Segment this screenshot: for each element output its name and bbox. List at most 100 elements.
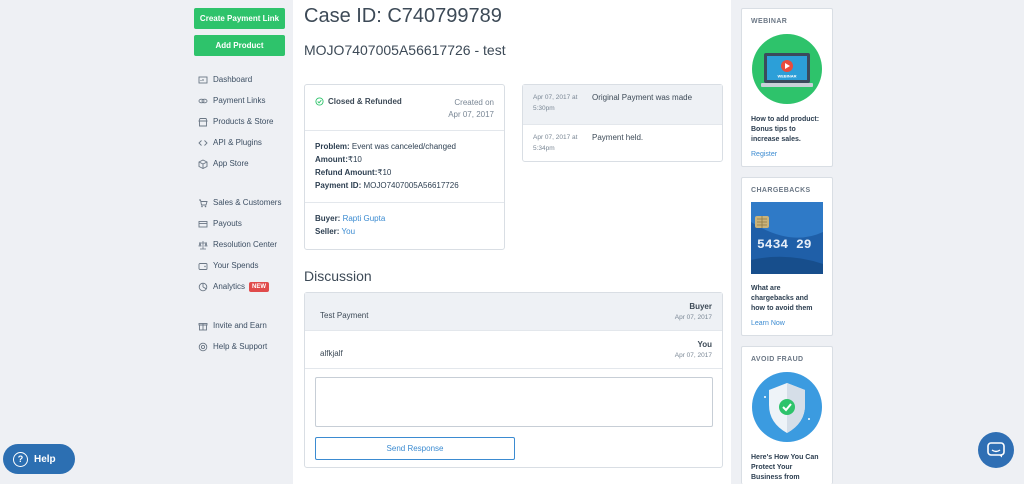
chart-icon [198,282,208,291]
nav-group-help: Invite and Earn Help & Support [194,315,286,357]
promo-text: Here's How You Can Protect Your Business… [751,454,819,481]
status-text: Closed & Refunded [328,97,402,106]
sidebar-item-label: Invite and Earn [213,321,267,330]
payouts-icon [198,220,208,227]
timeline-date: Apr 07, 2017 at [533,134,578,141]
promo-text: How to add product: Bonus tips to increa… [751,116,820,143]
payment-id-value: MOJO7407005A56617726 [363,181,459,190]
case-status-header: Closed & Refunded Created on Apr 07, 201… [305,85,504,131]
timeline-clock: 5:30pm [533,105,555,112]
sidebar-item-label: Help & Support [213,342,268,351]
problem-value: Event was canceled/changed [351,142,456,151]
credit-card-icon: 5434 29 [751,202,823,274]
nav-group-business: Sales & Customers Payouts Resolution Cen… [194,192,286,297]
shield-image [751,371,823,448]
check-circle-icon [315,97,324,106]
card-number-text: 5434 29 [757,237,812,252]
sidebar-item-analytics[interactable]: Analytics NEW [194,276,286,297]
promo-heading: CHARGEBACKS [751,187,811,194]
sidebar-item-label: Dashboard [213,75,253,84]
discussion-message: alfkjalf You Apr 07, 2017 [305,331,722,369]
seller-label: Seller: [315,227,340,236]
learn-now-link[interactable]: Learn Now [742,314,832,327]
seller-link[interactable]: You [342,227,356,236]
buyer-link[interactable]: Rapti Gupta [343,214,386,223]
sidebar-item-label: Payouts [213,219,242,228]
timeline-clock: 5:34pm [533,145,555,152]
message-date: Apr 07, 2017 [674,352,712,359]
timeline-item: Apr 07, 2017 at 5:30pm Original Payment … [523,85,722,125]
scale-icon [198,240,208,249]
timeline-date: Apr 07, 2017 at [533,94,578,101]
sidebar-item-label: Sales & Customers [213,198,282,207]
dashboard-icon [198,76,208,83]
message-date: Apr 07, 2017 [674,314,712,321]
nav-group-main: Dashboard Payment Links Products & Store… [194,69,286,174]
message-text: Test Payment [320,311,369,320]
main-content: Case ID: C740799789 MOJO7407005A56617726… [293,0,731,484]
sidebar-item-resolution-center[interactable]: Resolution Center [194,234,286,255]
payment-id-label: Payment ID: [315,181,362,190]
buyer-label: Buyer: [315,214,341,223]
reply-textarea[interactable] [315,377,713,427]
refund-row: Refund Amount:₹10 [315,166,494,179]
discussion-card: Test Payment Buyer Apr 07, 2017 alfkjalf… [304,292,723,468]
left-nav: Create Payment Link Add Product Dashboar… [194,8,286,357]
sidebar-item-invite-earn[interactable]: Invite and Earn [194,315,286,336]
timeline-text: Original Payment was made [592,93,693,102]
register-link[interactable]: Register [742,145,832,158]
timeline-text: Payment held. [592,133,644,142]
store-icon [198,117,208,126]
sidebar-item-label: Resolution Center [213,240,278,249]
send-response-button[interactable]: Send Response [315,437,515,460]
box-icon [198,158,208,169]
new-badge: NEW [249,281,270,292]
sidebar-item-payment-links[interactable]: Payment Links [194,90,286,111]
refund-label: Refund Amount: [315,168,378,177]
sidebar-item-sales-customers[interactable]: Sales & Customers [194,192,286,213]
gift-icon [198,322,208,330]
amount-row: Amount:₹10 [315,153,494,166]
webinar-image-label: WEBINAR [777,74,796,79]
case-details: Problem: Event was canceled/changed Amou… [305,131,504,203]
sidebar-item-app-store[interactable]: App Store [194,153,286,174]
create-payment-link-button[interactable]: Create Payment Link [194,8,285,29]
help-label: Help [34,453,56,465]
buyer-row: Buyer: Rapti Gupta [315,212,494,225]
sidebar-item-dashboard[interactable]: Dashboard [194,69,286,90]
help-button[interactable]: ? Help [3,444,75,474]
message-text: alfkjalf [320,349,343,358]
amount-label: Amount: [315,155,348,164]
problem-label: Problem: [315,142,350,151]
nav-divider [194,306,286,307]
discussion-message: Test Payment Buyer Apr 07, 2017 [305,293,722,331]
sidebar-item-your-spends[interactable]: Your Spends [194,255,286,276]
timeline-time: Apr 07, 2017 at 5:30pm [533,92,592,117]
amount-value: ₹10 [347,155,362,164]
message-author: Buyer [689,302,712,311]
refund-value: ₹10 [377,168,392,177]
wallet-icon [198,262,208,270]
sidebar-item-api-plugins[interactable]: API & Plugins [194,132,286,153]
chat-launcher-button[interactable] [978,432,1014,468]
credit-card-image: 5434 29 [751,202,823,279]
sidebar-item-products-store[interactable]: Products & Store [194,111,286,132]
webinar-image: WEBINAR [751,33,823,110]
created-date: Created on Apr 07, 2017 [424,97,494,121]
sidebar-item-help-support[interactable]: Help & Support [194,336,286,357]
promo-avoid-fraud: AVOID FRAUD Here's How You Can Protect Y… [741,346,833,484]
sidebar-item-payouts[interactable]: Payouts [194,213,286,234]
nav-divider [194,183,286,184]
sidebar-item-label: Products & Store [213,117,274,126]
sidebar-item-label: API & Plugins [213,138,262,147]
promo-heading: WEBINAR [751,18,788,25]
page-title: Case ID: C740799789 [304,5,502,27]
webinar-icon: WEBINAR [752,34,822,104]
case-details-card: Closed & Refunded Created on Apr 07, 201… [304,84,505,250]
timeline-time: Apr 07, 2017 at 5:34pm [533,132,592,156]
add-product-button[interactable]: Add Product [194,35,285,56]
page-subtitle: MOJO7407005A56617726 - test [304,42,506,58]
timeline-item: Apr 07, 2017 at 5:34pm Payment held. [523,125,722,163]
support-icon [198,342,208,351]
sidebar-item-label: App Store [213,159,249,168]
